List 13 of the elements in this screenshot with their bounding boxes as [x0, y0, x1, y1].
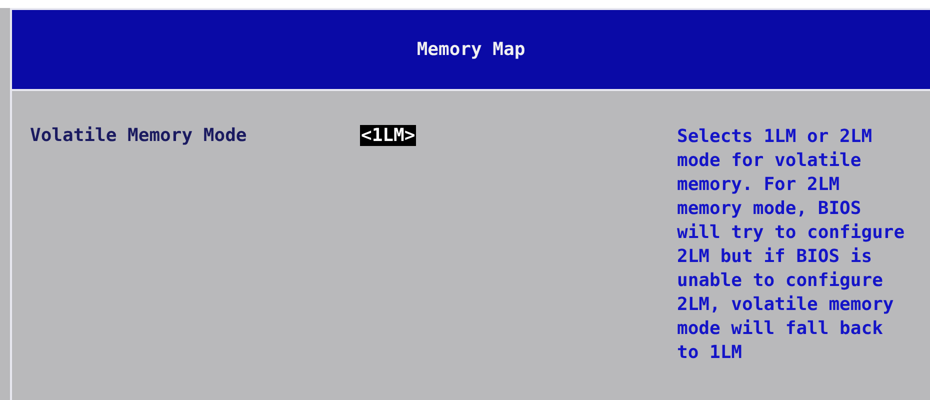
- setting-label: Volatile Memory Mode: [30, 125, 248, 146]
- help-text-line: 2LM but if BIOS is: [677, 245, 874, 269]
- help-text-line: Selects 1LM or 2LM: [677, 125, 874, 149]
- help-text-line: mode will fall back: [677, 317, 884, 341]
- help-text-line: 2LM, volatile memory: [677, 293, 895, 317]
- setting-value[interactable]: <1LM>: [360, 125, 416, 146]
- help-text-line: to 1LM: [677, 341, 744, 365]
- help-text-line: mode for volatile: [677, 149, 862, 173]
- help-text-line: memory. For 2LM: [677, 173, 841, 197]
- help-text-line: memory mode, BIOS: [677, 197, 862, 221]
- help-text-line: unable to configure: [677, 269, 884, 293]
- help-text-line: will try to configure: [677, 221, 905, 245]
- screen-title: Memory Map: [416, 39, 526, 60]
